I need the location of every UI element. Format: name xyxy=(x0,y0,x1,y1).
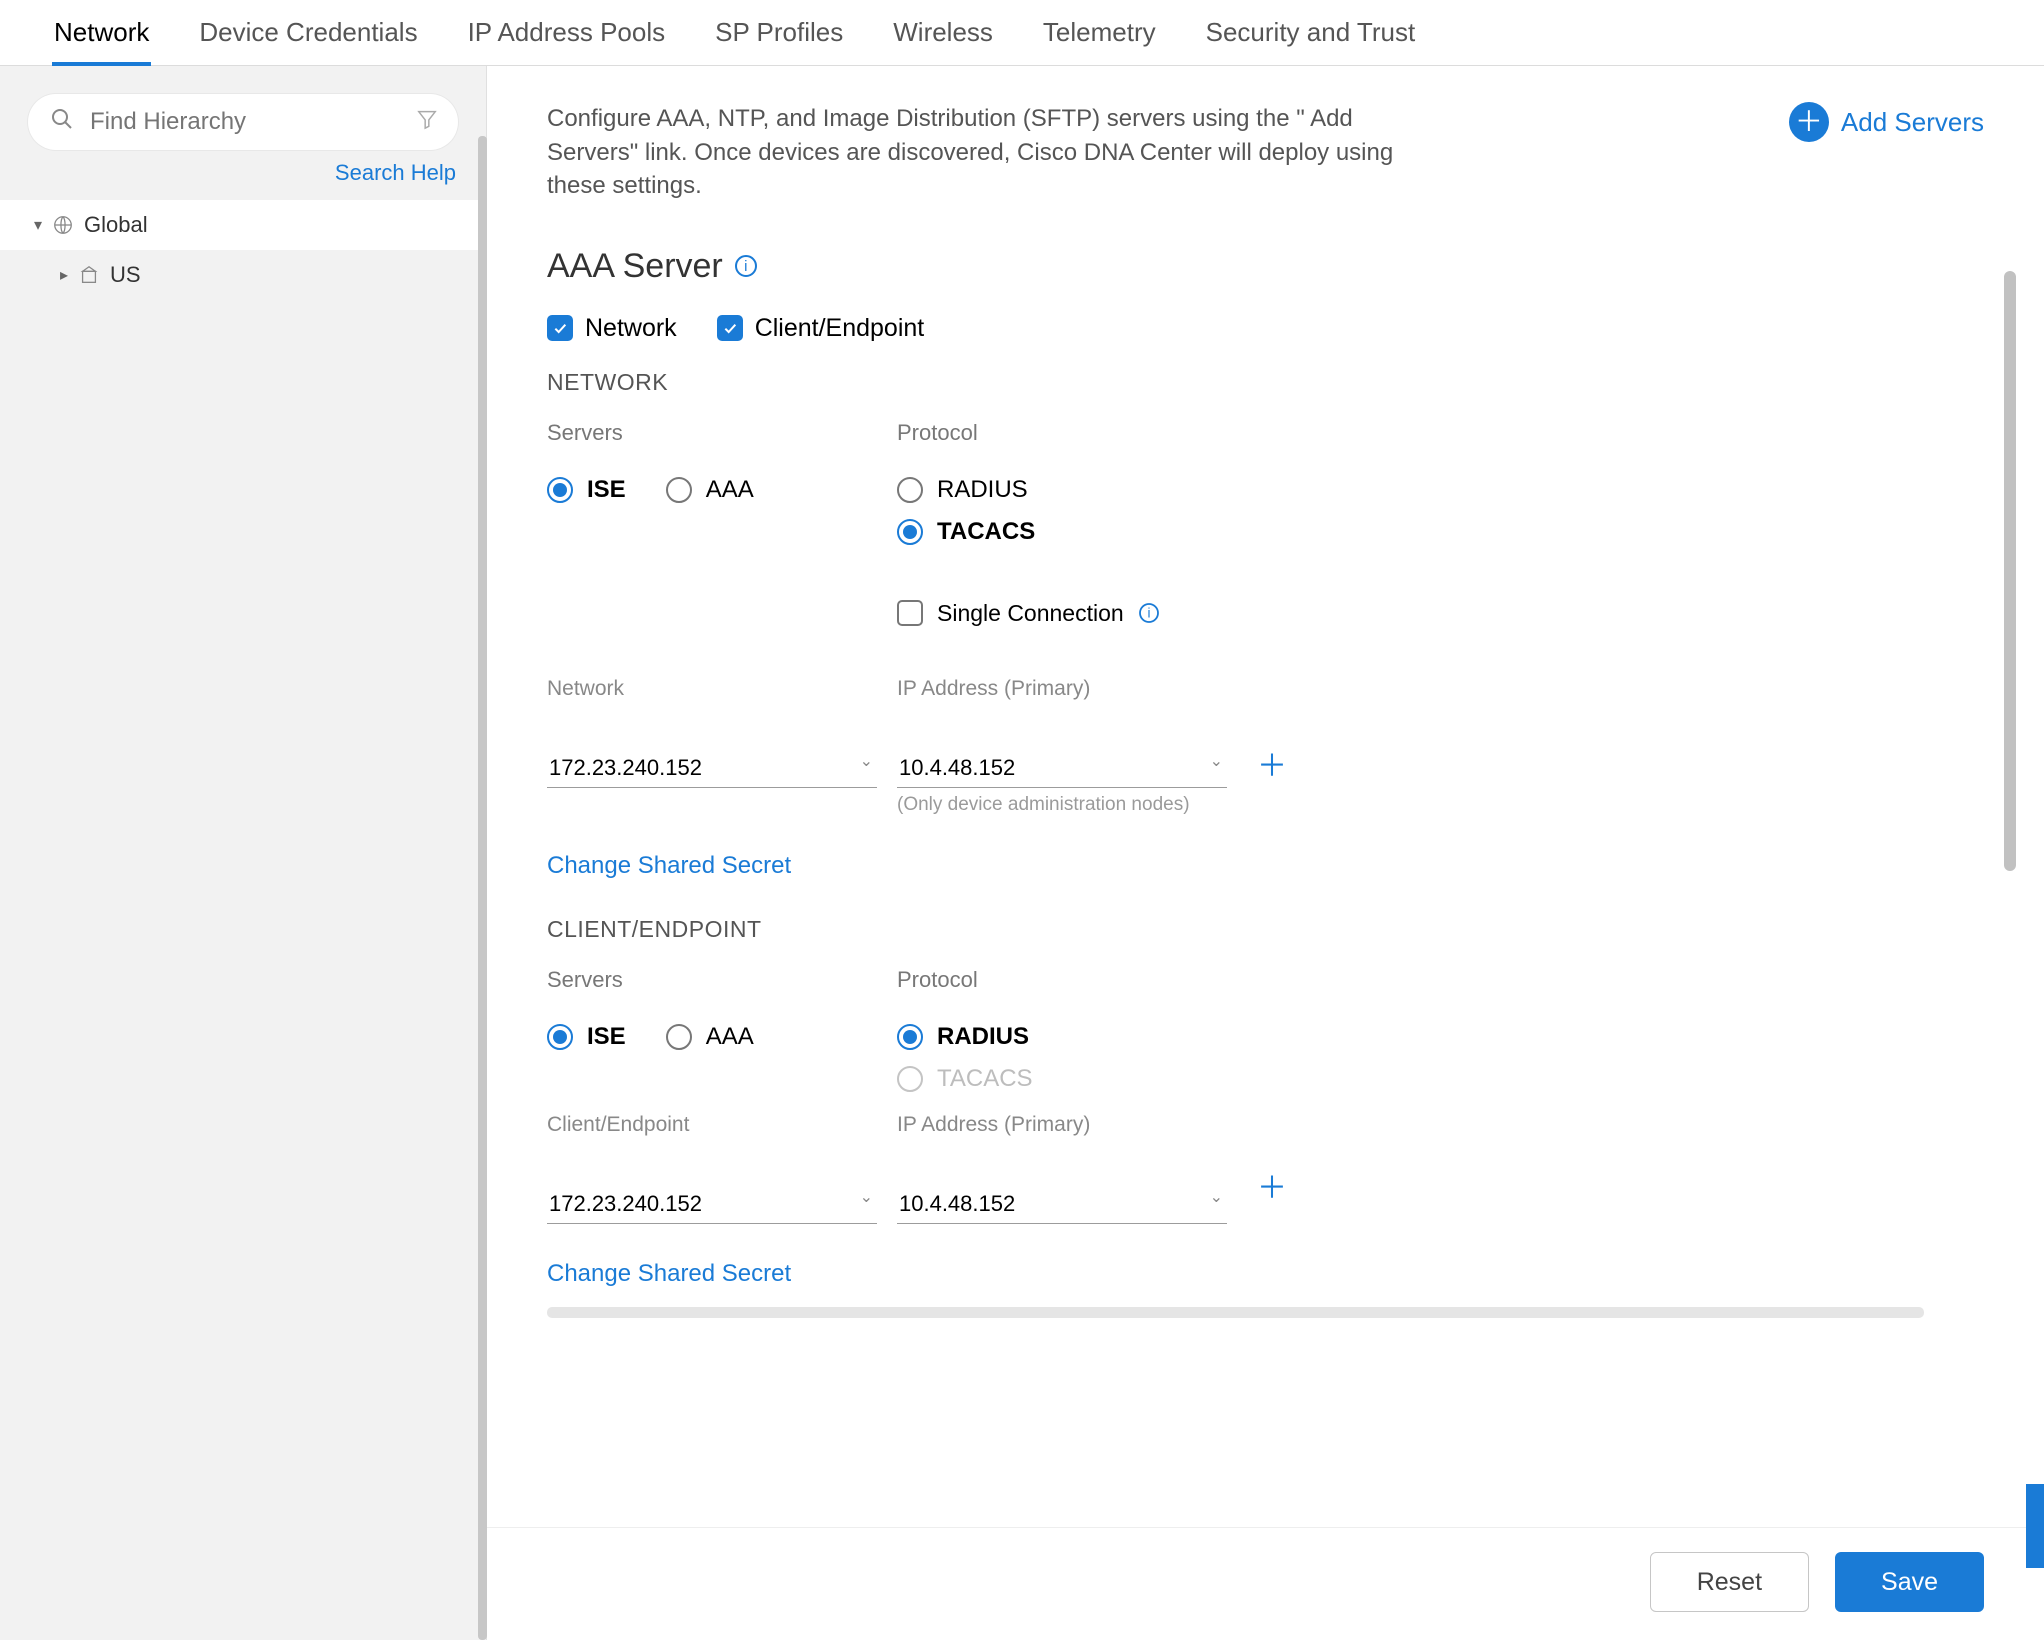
add-client-ip-button[interactable]: ＋ xyxy=(1257,1163,1287,1207)
radio-label: RADIUS xyxy=(937,1023,1029,1051)
client-servers-label: Servers xyxy=(547,967,897,993)
radio-label: TACACS xyxy=(937,518,1035,546)
top-tabs: Network Device Credentials IP Address Po… xyxy=(0,0,2044,66)
client-protocol-tacacs: TACACS xyxy=(897,1065,1257,1093)
change-shared-secret-client-link[interactable]: Change Shared Secret xyxy=(547,1260,791,1288)
radio-icon xyxy=(666,1024,692,1050)
checkbox-client-endpoint[interactable] xyxy=(717,315,743,341)
plus-circle-icon: ＋ xyxy=(1789,102,1829,142)
checkbox-client-endpoint-label: Client/Endpoint xyxy=(755,314,925,343)
add-servers-button[interactable]: ＋ Add Servers xyxy=(1789,102,1984,142)
save-button[interactable]: Save xyxy=(1835,1552,1984,1612)
tab-sp-profiles[interactable]: SP Profiles xyxy=(713,0,845,66)
section-network-cap: NETWORK xyxy=(547,369,1914,396)
radio-label: ISE xyxy=(587,476,626,504)
client-protocol-radius[interactable]: RADIUS xyxy=(897,1023,1257,1051)
site-icon xyxy=(78,264,100,286)
network-protocol-radius[interactable]: RADIUS xyxy=(897,476,1257,504)
checkbox-single-connection[interactable] xyxy=(897,600,923,626)
checkbox-network-label: Network xyxy=(585,314,677,343)
network-server-aaa[interactable]: AAA xyxy=(666,476,754,504)
tab-ip-address-pools[interactable]: IP Address Pools xyxy=(466,0,668,66)
radio-label: AAA xyxy=(706,476,754,504)
tree-node-us[interactable]: ▸ US xyxy=(0,250,486,300)
section-client-cap: CLIENT/ENDPOINT xyxy=(547,916,1914,943)
tree-node-global[interactable]: ▾ Global xyxy=(0,200,486,250)
reset-button[interactable]: Reset xyxy=(1650,1552,1809,1612)
chevron-right-icon: ▸ xyxy=(60,265,68,285)
tab-wireless[interactable]: Wireless xyxy=(891,0,995,66)
single-connection-label: Single Connection xyxy=(937,600,1124,627)
ip-primary-hint: (Only device administration nodes) xyxy=(897,794,1227,816)
intro-text: Configure AAA, NTP, and Image Distributi… xyxy=(547,102,1427,203)
feedback-handle[interactable] xyxy=(2026,1484,2044,1568)
checkbox-network[interactable] xyxy=(547,315,573,341)
info-icon[interactable]: i xyxy=(735,255,757,277)
aaa-server-title: AAA Server xyxy=(547,247,723,286)
field-client-ip-primary-label: IP Address (Primary) xyxy=(897,1113,1227,1137)
tab-security-and-trust[interactable]: Security and Trust xyxy=(1204,0,1418,66)
sidebar-scrollbar[interactable] xyxy=(478,136,487,1640)
field-client-endpoint-label: Client/Endpoint xyxy=(547,1113,877,1137)
filter-icon[interactable] xyxy=(416,108,438,136)
tree-label-us: US xyxy=(110,262,141,288)
network-ise-select[interactable] xyxy=(547,749,877,788)
radio-icon xyxy=(897,1024,923,1050)
info-icon[interactable]: i xyxy=(1139,603,1159,623)
radio-icon xyxy=(547,477,573,503)
chevron-down-icon: ▾ xyxy=(34,215,42,235)
network-ip-primary-select[interactable] xyxy=(897,749,1227,788)
radio-icon xyxy=(897,477,923,503)
radio-label: RADIUS xyxy=(937,476,1028,504)
network-protocol-label: Protocol xyxy=(897,420,1257,446)
horizontal-scrollbar[interactable] xyxy=(547,1307,1924,1318)
tab-network[interactable]: Network xyxy=(52,0,151,66)
field-ip-primary-label: IP Address (Primary) xyxy=(897,677,1227,701)
radio-icon xyxy=(897,1066,923,1092)
globe-icon xyxy=(52,214,74,236)
radio-icon xyxy=(666,477,692,503)
change-shared-secret-link[interactable]: Change Shared Secret xyxy=(547,852,791,880)
vertical-scrollbar[interactable] xyxy=(2004,271,2016,871)
network-protocol-tacacs[interactable]: TACACS xyxy=(897,518,1257,546)
field-network-label: Network xyxy=(547,677,877,701)
radio-label: ISE xyxy=(587,1023,626,1051)
add-ip-button[interactable]: ＋ xyxy=(1257,741,1287,785)
search-icon xyxy=(50,107,74,137)
tree-label-global: Global xyxy=(84,212,148,238)
search-help-link[interactable]: Search Help xyxy=(335,160,456,185)
add-servers-label: Add Servers xyxy=(1841,107,1984,138)
radio-label: AAA xyxy=(706,1023,754,1051)
client-ise-select[interactable] xyxy=(547,1185,877,1224)
radio-label: TACACS xyxy=(937,1065,1033,1093)
client-ip-primary-select[interactable] xyxy=(897,1185,1227,1224)
network-server-ise[interactable]: ISE xyxy=(547,476,626,504)
hierarchy-search[interactable] xyxy=(28,94,458,150)
radio-icon xyxy=(897,519,923,545)
client-server-ise[interactable]: ISE xyxy=(547,1023,626,1051)
tab-device-credentials[interactable]: Device Credentials xyxy=(197,0,419,66)
client-server-aaa[interactable]: AAA xyxy=(666,1023,754,1051)
client-protocol-label: Protocol xyxy=(897,967,1257,993)
hierarchy-search-input[interactable] xyxy=(88,107,402,137)
radio-icon xyxy=(547,1024,573,1050)
network-servers-label: Servers xyxy=(547,420,897,446)
tab-telemetry[interactable]: Telemetry xyxy=(1041,0,1158,66)
